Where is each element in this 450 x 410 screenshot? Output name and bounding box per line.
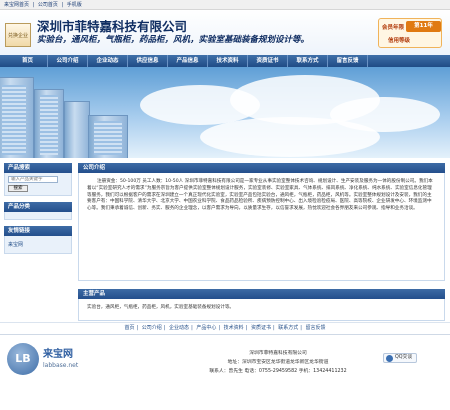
footer-link-news[interactable]: 企业动态 — [169, 325, 189, 331]
category-title: 产品分类 — [4, 202, 72, 212]
footer-link-feedback[interactable]: 留言反馈 — [306, 325, 326, 331]
labbase-logo[interactable]: LB 来宝网 labbase.net — [7, 343, 95, 379]
member-label: 会员年限 — [382, 25, 405, 31]
building-windows — [94, 121, 122, 155]
top-link-bar: 来宝网首页 | 公司首页 | 手机版 — [0, 0, 450, 10]
products-title: 主营产品 — [78, 289, 445, 299]
footer-link-about[interactable]: 公司介绍 — [142, 325, 162, 331]
membership-badge: 会员年限 第11年 信用等级 — [378, 18, 442, 48]
nav-feedback[interactable]: 留言反馈 — [328, 55, 368, 67]
footer-info: 深圳市菲特嘉科技有限公司 地址：深圳市宝安区龙华街道龙华新区龙华街道 联系人：曾… — [183, 349, 373, 376]
qq-label: QQ交谈 — [395, 355, 413, 360]
labbase-url: labbase.net — [43, 362, 79, 369]
qq-icon — [386, 355, 393, 362]
intro-text: 注册资金：50-100万 员工人数：10-50人 深圳市菲特嘉科技有限公司是一家… — [78, 173, 445, 281]
building-windows — [40, 95, 58, 155]
building-windows — [2, 85, 26, 155]
site-header: 兑换企业 深圳市菲特嘉科技有限公司 实验台，通风柜，气瓶柜，药品柜，风机，实验室… — [0, 10, 450, 55]
hero-banner — [0, 67, 450, 158]
top-link-sep: | — [32, 2, 35, 8]
friend-links-title: 友情链接 — [4, 226, 72, 236]
nav-home[interactable]: 首页 — [8, 55, 48, 67]
top-link-home[interactable]: 来宝网首页 — [4, 2, 29, 8]
category-panel — [4, 212, 72, 220]
lb-icon: LB — [7, 343, 39, 375]
nav-about[interactable]: 公司介绍 — [48, 55, 88, 67]
main-nav: 首页 公司介绍 企业动态 供应信息 产品信息 技术资料 资质证书 联系方式 留言… — [0, 55, 450, 67]
nav-certs[interactable]: 资质证书 — [248, 55, 288, 67]
friend-link-labbase[interactable]: 来宝网 — [8, 239, 68, 250]
top-link-sep: | — [61, 2, 64, 8]
search-title: 产品搜索 — [4, 163, 72, 173]
footer-company: 深圳市菲特嘉科技有限公司 — [249, 351, 307, 356]
credit-label: 信用等级 — [388, 38, 411, 44]
qq-chat-button[interactable]: QQ交谈 — [383, 353, 417, 363]
footer-nav: 首页 | 公司介绍 | 企业动态 | 产品中心 | 技术资料 | 资质证书 | 联系方式 | … — [0, 322, 450, 332]
products-text: 实验台，通风柜，气瓶柜，药品柜，风机，实验室基础装备规划设计等。 — [78, 299, 445, 321]
footer-address: 地址：深圳市宝安区龙华街道龙华新区龙华街道 — [227, 360, 329, 365]
main-content: 公司介绍 注册资金：50-100万 员工人数：10-50人 深圳市菲特嘉科技有限… — [78, 163, 445, 321]
building-shape — [64, 101, 90, 158]
footer-link-certs[interactable]: 资质证书 — [251, 325, 271, 331]
footer-link-home[interactable]: 首页 — [124, 325, 134, 331]
footer-link-products[interactable]: 产品中心 — [196, 325, 216, 331]
friend-links-panel: 来宝网 — [4, 236, 72, 254]
site-footer: LB 来宝网 labbase.net 深圳市菲特嘉科技有限公司 地址：深圳市宝安… — [0, 334, 450, 410]
nav-tech[interactable]: 技术资料 — [208, 55, 248, 67]
company-slogan: 实验台，通风柜，气瓶柜，药品柜，风机，实验室基础装备规划设计等。 — [37, 35, 310, 45]
labbase-name: 来宝网 — [43, 349, 73, 360]
footer-link-contact[interactable]: 联系方式 — [278, 325, 298, 331]
top-link-mobile[interactable]: 手机版 — [67, 2, 82, 8]
footer-contact: 联系人：曾先生 电话：0755-29459582 手机：13424411232 — [209, 369, 347, 374]
footer-link-tech[interactable]: 技术资料 — [224, 325, 244, 331]
cloud-shape — [200, 117, 380, 157]
nav-contact[interactable]: 联系方式 — [288, 55, 328, 67]
product-search-input[interactable] — [8, 176, 58, 183]
nav-supply[interactable]: 供应信息 — [128, 55, 168, 67]
search-panel: 搜索 — [4, 173, 72, 196]
search-button[interactable]: 搜索 — [8, 185, 28, 192]
nav-products[interactable]: 产品信息 — [168, 55, 208, 67]
nav-news[interactable]: 企业动态 — [88, 55, 128, 67]
member-years: 第11年 — [406, 21, 441, 32]
top-link-company-home[interactable]: 公司首页 — [38, 2, 58, 8]
intro-title: 公司介绍 — [78, 163, 445, 173]
company-logo: 兑换企业 — [5, 23, 31, 47]
